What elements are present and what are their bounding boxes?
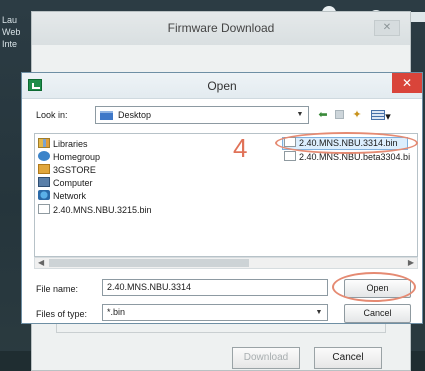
look-in-dropdown[interactable]: Desktop ▼	[95, 106, 309, 124]
open-file-dialog: Open ✕ Look in: Desktop ▼ ⬅ ✦ ▾ Librarie…	[21, 72, 423, 324]
open-dialog-titlebar: Open ✕	[22, 73, 422, 99]
files-of-type-value: *.bin	[107, 307, 126, 317]
look-in-label: Look in:	[36, 110, 68, 120]
homegroup-icon	[38, 151, 50, 161]
list-item[interactable]: Computer	[38, 177, 93, 190]
scrollbar-thumb[interactable]	[49, 259, 249, 267]
files-of-type-label: Files of type:	[36, 309, 88, 319]
network-icon	[38, 190, 50, 200]
scroll-right-icon[interactable]: ▶	[408, 258, 414, 268]
download-button[interactable]: Download	[232, 347, 300, 369]
desktop-folder-icon	[100, 111, 113, 120]
view-menu-icon[interactable]: ▾	[368, 107, 394, 123]
list-item-label: Libraries	[53, 139, 88, 149]
annotation-step-number: 4	[233, 133, 248, 163]
file-icon	[284, 151, 296, 161]
list-item[interactable]: 2.40.MNS.NBU.3215.bin	[38, 204, 152, 217]
list-item-label: Computer	[53, 178, 93, 188]
file-name-input[interactable]: 2.40.MNS.NBU.3314	[102, 279, 328, 296]
annotation-circle	[332, 272, 416, 302]
background-text-line: Inte	[2, 39, 18, 49]
background-text-line: Lau	[2, 15, 18, 25]
file-name-label: File name:	[36, 284, 79, 294]
list-item[interactable]: Libraries	[38, 138, 88, 151]
firmware-dialog-title: Firmware Download	[32, 12, 410, 45]
list-item[interactable]: 3GSTORE	[38, 164, 96, 177]
user-folder-icon	[38, 164, 50, 174]
back-arrow-icon[interactable]: ⬅	[314, 107, 332, 123]
libraries-icon	[38, 138, 50, 148]
new-folder-icon[interactable]: ✦	[348, 107, 366, 123]
list-item-label: 2.40.MNS.NBU.3215.bin	[53, 205, 152, 215]
file-icon	[38, 204, 50, 214]
list-item-label: 3GSTORE	[53, 165, 96, 175]
list-item-label: Homegroup	[53, 152, 101, 162]
open-close-button[interactable]: ✕	[392, 73, 422, 93]
horizontal-scrollbar[interactable]: ◀ ▶	[34, 257, 418, 269]
annotation-circle	[275, 132, 418, 154]
background-text-line: Web	[2, 27, 21, 37]
up-folder-icon[interactable]	[332, 107, 346, 123]
computer-icon	[38, 177, 50, 187]
open-dialog-title: Open	[207, 79, 237, 93]
list-item[interactable]: Network	[38, 190, 86, 203]
firmware-close-button[interactable]: ✕	[374, 20, 400, 36]
list-item[interactable]: Homegroup	[38, 151, 100, 164]
chevron-down-icon[interactable]: ▼	[312, 306, 326, 320]
background-app-text: Lau Web Inte	[2, 14, 20, 50]
list-item-label: Network	[53, 191, 87, 201]
firmware-cancel-button[interactable]: Cancel	[314, 347, 382, 369]
scroll-left-icon[interactable]: ◀	[38, 258, 44, 268]
files-of-type-dropdown[interactable]: *.bin ▼	[102, 304, 328, 321]
chevron-down-icon[interactable]: ▼	[293, 108, 307, 122]
look-in-value: Desktop	[118, 110, 152, 120]
cancel-button[interactable]: Cancel	[344, 304, 411, 323]
